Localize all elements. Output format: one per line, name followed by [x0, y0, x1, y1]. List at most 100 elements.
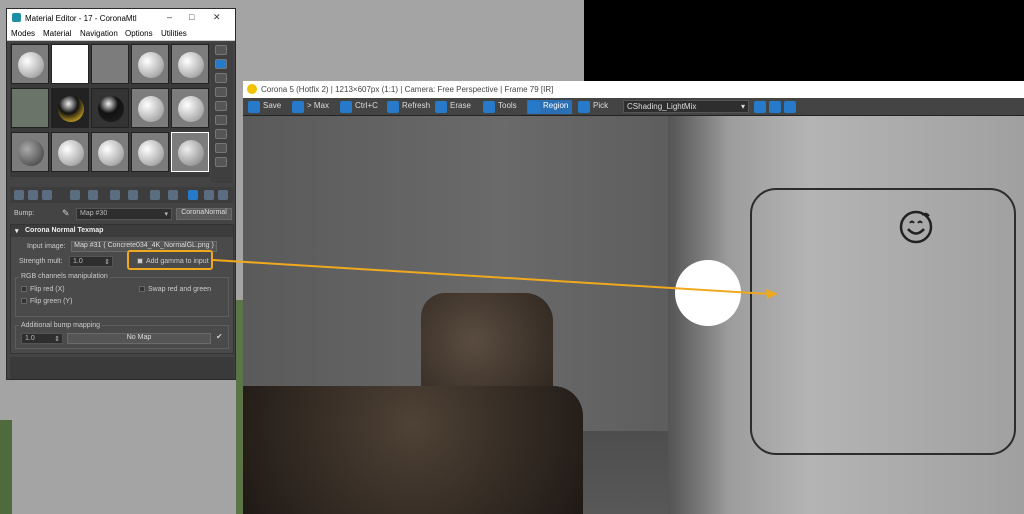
vfb-titlebar: Corona 5 (Hotfix 2) | 1213×607px (1:1) |… [243, 81, 1024, 98]
background-icon[interactable] [215, 73, 227, 83]
close-icon[interactable]: ✕ [213, 12, 221, 23]
pick-button[interactable]: Pick [577, 100, 608, 114]
no-map-button[interactable]: No Map [67, 333, 211, 344]
additional-bump-label: Additional bump mapping [19, 322, 102, 329]
maximize-icon[interactable]: □ [189, 12, 194, 22]
material-slot[interactable] [11, 44, 49, 84]
pick-icon [578, 101, 590, 113]
tools-button[interactable]: Tools [482, 100, 517, 114]
material-slot[interactable] [131, 88, 169, 128]
render-element-dropdown[interactable]: CShading_LightMix ▾ [623, 100, 749, 113]
material-toolbar [10, 187, 234, 203]
max-icon [292, 101, 304, 113]
corona-vfb-window: Corona 5 (Hotfix 2) | 1213×607px (1:1) |… [243, 81, 1024, 514]
save-icon [248, 101, 260, 113]
material-slot[interactable] [51, 88, 89, 128]
strength-spinner[interactable]: 1.0 ⇕ [69, 256, 113, 267]
material-navigator-icon[interactable] [215, 157, 227, 167]
show-map-icon[interactable] [168, 190, 178, 200]
go-parent-icon[interactable] [204, 190, 214, 200]
rollout-header[interactable]: ▾ Corona Normal Texmap [11, 225, 233, 237]
material-slot[interactable] [171, 88, 209, 128]
show-end-result-icon[interactable] [188, 190, 198, 200]
flip-red-checkbox[interactable]: Flip red (X) [21, 286, 65, 293]
video-color-icon[interactable] [215, 101, 227, 111]
corona-logo-icon [247, 84, 257, 94]
bump-map-dropdown[interactable]: Map #30 ▾ [76, 208, 172, 220]
additional-bump-spinner[interactable]: 1.0 ⇕ [21, 333, 63, 344]
material-slot[interactable] [51, 132, 89, 172]
material-slot[interactable] [91, 44, 129, 84]
bump-row: Bump: ✎ Map #30 ▾ CoronaNormal [10, 207, 234, 221]
uv-tiling-icon[interactable] [215, 87, 227, 97]
material-id-icon[interactable] [150, 190, 160, 200]
material-slots [10, 43, 210, 177]
material-slot[interactable] [131, 44, 169, 84]
copy-button[interactable]: Ctrl+C [339, 100, 378, 114]
put-to-scene-icon[interactable] [28, 190, 38, 200]
zoom-in-icon[interactable] [754, 101, 766, 113]
select-by-material-icon[interactable] [215, 143, 227, 153]
strength-label: Strength mult: [19, 258, 63, 265]
eyedropper-icon[interactable]: ✎ [62, 208, 70, 219]
menu-options[interactable]: Options [125, 29, 153, 38]
app-icon [12, 13, 21, 22]
unique-icon[interactable] [110, 190, 120, 200]
menu-navigation[interactable]: Navigation [80, 29, 118, 38]
put-library-icon[interactable] [128, 190, 138, 200]
get-material-icon[interactable] [14, 190, 24, 200]
region-icon [528, 101, 540, 113]
menu-utilities[interactable]: Utilities [161, 29, 187, 38]
smiley-icon [899, 210, 933, 244]
save-button[interactable]: Save [247, 100, 281, 114]
normal-texmap-rollout: ▾ Corona Normal Texmap Input image: Map #… [10, 224, 234, 354]
white-circle-marker [675, 260, 741, 326]
copy-icon [340, 101, 352, 113]
zoom-out-icon[interactable] [769, 101, 781, 113]
material-slot[interactable] [51, 44, 89, 84]
material-editor-window: Material Editor - 17 - CoronaMtl – □ ✕ M… [6, 8, 236, 380]
slot-side-toolbar [211, 43, 233, 183]
refresh-button[interactable]: Refresh [386, 100, 430, 114]
delete-icon[interactable] [70, 190, 80, 200]
material-slot[interactable] [11, 88, 49, 128]
highlight-box [127, 250, 213, 270]
swap-rg-checkbox[interactable]: Swap red and green [139, 286, 211, 293]
vfb-title: Corona 5 (Hotfix 2) | 1213×607px (1:1) |… [261, 85, 554, 94]
material-slot[interactable] [171, 44, 209, 84]
to-max-button[interactable]: > Max [291, 100, 329, 114]
options-icon[interactable] [215, 129, 227, 139]
flip-green-checkbox[interactable]: Flip green (Y) [21, 298, 72, 305]
material-slot[interactable] [91, 132, 129, 172]
preview-icon[interactable] [215, 115, 227, 125]
bump-type-button[interactable]: CoronaNormal [176, 208, 232, 220]
render-view[interactable] [243, 116, 1024, 514]
minimize-icon[interactable]: – [167, 12, 172, 22]
menu-material[interactable]: Material [43, 29, 71, 38]
editor-bottom-area [10, 357, 234, 379]
material-slot-selected[interactable] [171, 132, 209, 172]
sample-type-icon[interactable] [215, 45, 227, 55]
window-title: Material Editor - 17 - CoronaMtl [25, 14, 137, 23]
region-button[interactable]: Region [527, 100, 573, 114]
assign-icon[interactable] [42, 190, 52, 200]
bump-label: Bump: [14, 210, 35, 217]
checkmark-icon[interactable]: ✔ [216, 332, 223, 341]
backlight-icon[interactable] [215, 59, 227, 69]
zoom-fit-icon[interactable] [784, 101, 796, 113]
refresh-icon [387, 101, 399, 113]
rgb-group [15, 277, 229, 317]
erase-icon [435, 101, 447, 113]
erase-button[interactable]: Erase [434, 100, 471, 114]
go-sibling-icon[interactable] [218, 190, 228, 200]
copy-icon[interactable] [88, 190, 98, 200]
viewport-terrain [0, 420, 12, 514]
render-chair-body [243, 386, 583, 514]
material-editor-titlebar: Material Editor - 17 - CoronaMtl – □ ✕ [7, 9, 235, 27]
menu-bar: Modes Material Navigation Options Utilit… [7, 27, 235, 41]
material-slot[interactable] [11, 132, 49, 172]
material-slot[interactable] [131, 132, 169, 172]
rgb-group-label: RGB channels manipulation [19, 273, 110, 280]
material-slot[interactable] [91, 88, 129, 128]
menu-modes[interactable]: Modes [11, 29, 35, 38]
